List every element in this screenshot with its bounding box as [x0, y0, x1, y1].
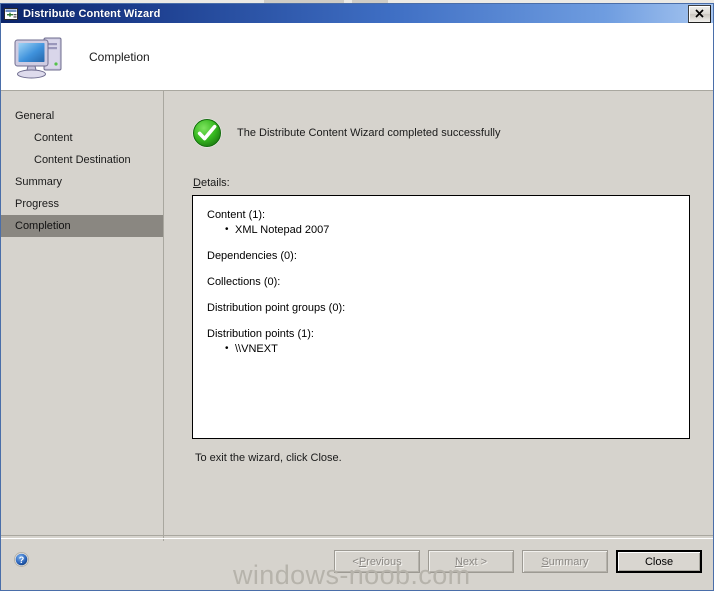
dialog-footer: ? < Previous Next > Summary Close — [1, 541, 713, 590]
list-item: XML Notepad 2007 — [225, 222, 679, 238]
sidebar-item-summary[interactable]: Summary — [1, 171, 163, 193]
wizard-button-row: < Previous Next > Summary Close — [334, 550, 702, 573]
detail-heading: Distribution point groups (0): — [207, 302, 346, 314]
detail-group-content: Content (1): XML Notepad 2007 — [207, 208, 679, 238]
detail-group-collections: Collections (0): — [207, 275, 679, 290]
detail-heading: Collections (0): — [207, 276, 281, 288]
detail-group-dependencies: Dependencies (0): — [207, 249, 679, 264]
summary-button-label: ummary — [548, 555, 589, 568]
detail-group-distribution-point-groups: Distribution point groups (0): — [207, 301, 679, 316]
wizard-step-sidebar: General Content Content Destination Summ… — [1, 91, 164, 590]
wizard-content-pane: The Distribute Content Wizard completed … — [164, 91, 713, 590]
close-icon — [695, 9, 704, 18]
svg-text:?: ? — [19, 555, 25, 565]
distribute-content-wizard-dialog: Distribute Content Wizard Completion Gen… — [0, 3, 714, 591]
details-label: Details: — [193, 177, 230, 189]
sidebar-item-content[interactable]: Content — [1, 127, 163, 149]
close-window-button[interactable] — [688, 4, 711, 23]
sidebar-item-progress[interactable]: Progress — [1, 193, 163, 215]
list-item: \\VNEXT — [225, 341, 679, 357]
detail-items: XML Notepad 2007 — [207, 222, 679, 238]
sidebar-item-completion[interactable]: Completion — [1, 215, 163, 237]
detail-heading: Content (1): — [207, 209, 266, 221]
detail-group-distribution-points: Distribution points (1): \\VNEXT — [207, 327, 679, 357]
next-button-accel: N — [454, 555, 463, 568]
next-button[interactable]: Next > — [428, 550, 514, 573]
computer-monitor-icon — [11, 32, 67, 82]
summary-button-accel: S — [541, 555, 549, 568]
close-button-label: Close — [644, 555, 674, 568]
window-title: Distribute Content Wizard — [23, 7, 161, 20]
page-title: Completion — [89, 49, 150, 64]
detail-heading: Dependencies (0): — [207, 250, 297, 262]
footer-separator — [1, 535, 713, 539]
detail-items: \\VNEXT — [207, 341, 679, 357]
details-listbox[interactable]: Content (1): XML Notepad 2007 Dependenci… — [192, 195, 690, 439]
dialog-body: General Content Content Destination Summ… — [1, 91, 713, 590]
green-check-circle-icon — [191, 117, 223, 149]
previous-button-label: revious — [366, 555, 402, 568]
details-accel-letter: D — [193, 177, 201, 189]
help-question-icon[interactable]: ? — [14, 552, 29, 567]
completion-status: The Distribute Content Wizard completed … — [191, 117, 501, 149]
sidebar-item-general[interactable]: General — [1, 105, 163, 127]
next-button-label: ext > — [462, 555, 488, 568]
details-label-rest: etails: — [200, 177, 230, 189]
completion-status-text: The Distribute Content Wizard completed … — [237, 127, 501, 139]
close-button[interactable]: Close — [616, 550, 702, 573]
wizard-header: Completion — [1, 23, 713, 91]
previous-button[interactable]: < Previous — [334, 550, 420, 573]
detail-heading: Distribution points (1): — [207, 328, 314, 340]
exit-hint-text: To exit the wizard, click Close. — [195, 452, 342, 464]
sidebar-item-content-destination[interactable]: Content Destination — [1, 149, 163, 171]
previous-button-accel: P — [358, 555, 367, 568]
title-bar: Distribute Content Wizard — [1, 4, 713, 23]
wizard-window-icon — [4, 7, 19, 21]
summary-button[interactable]: Summary — [522, 550, 608, 573]
